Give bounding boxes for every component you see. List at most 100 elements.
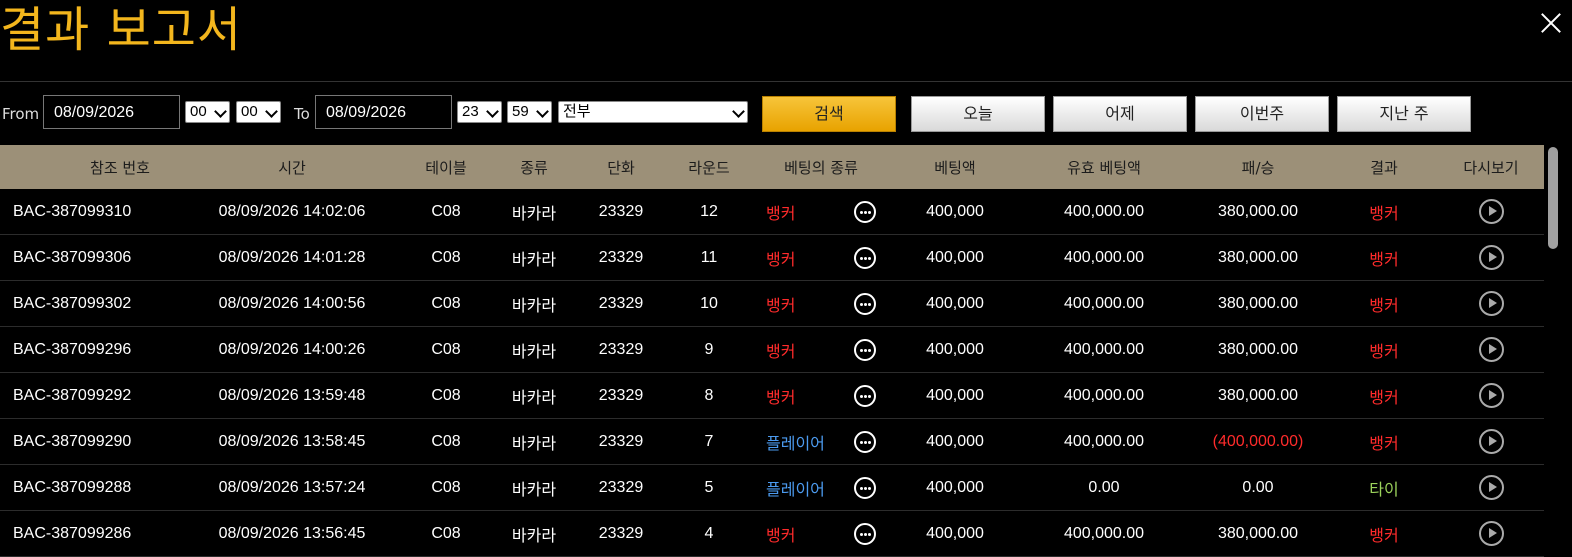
chevron-down-icon xyxy=(732,105,745,118)
from-hour-select[interactable]: 00 xyxy=(185,101,230,123)
win-loss: 380,000.00 xyxy=(1217,294,1299,312)
table-id: C08 xyxy=(431,202,461,220)
shoe-number: 23329 xyxy=(598,340,644,358)
col-shoe-header: 단화 xyxy=(607,158,635,177)
table-row: BAC-387099302 08/09/2026 14:00:56 C08 바카라 23… xyxy=(0,281,1544,327)
play-icon[interactable] xyxy=(1478,291,1504,316)
search-button[interactable]: 검색 xyxy=(762,96,896,132)
valid-bet: 400,000.00 xyxy=(1063,524,1145,542)
valid-bet: 400,000.00 xyxy=(1063,294,1145,312)
replay-cell xyxy=(1471,327,1511,372)
win-loss: 0.00 xyxy=(1242,478,1274,496)
replay-cell xyxy=(1471,281,1511,326)
play-icon[interactable] xyxy=(1478,521,1504,546)
close-icon[interactable] xyxy=(1538,10,1564,36)
ref-number: BAC-387099302 xyxy=(13,294,132,312)
round-number: 10 xyxy=(700,294,718,312)
time: 08/09/2026 14:01:28 xyxy=(218,248,366,266)
replay-cell xyxy=(1471,465,1511,510)
shoe-number: 23329 xyxy=(598,202,644,220)
play-icon[interactable] xyxy=(1478,383,1504,408)
chevron-down-icon xyxy=(214,105,227,118)
more-options-icon[interactable] xyxy=(854,384,876,407)
bet-amount: 400,000 xyxy=(926,524,984,542)
results-table: 참조 번호 시간 테이블 종류 단화 라운드 베팅의 종류 베팅액 유효 베팅액 패/승 결과 다시보… xyxy=(0,145,1544,557)
chevron-down-icon xyxy=(486,105,499,118)
bet-amount: 400,000 xyxy=(926,248,984,266)
game-type: 바카라 xyxy=(511,481,557,499)
table-id: C08 xyxy=(431,432,461,450)
table-id: C08 xyxy=(431,524,461,542)
play-icon[interactable] xyxy=(1478,337,1504,362)
shoe-number: 23329 xyxy=(598,478,644,496)
replay-cell xyxy=(1471,235,1511,280)
bet-amount: 400,000 xyxy=(926,202,984,220)
to-hour-select[interactable]: 23 xyxy=(457,101,502,123)
time: 08/09/2026 13:56:45 xyxy=(218,524,366,542)
col-bet-amount-header: 베팅액 xyxy=(934,158,976,177)
details-cell xyxy=(852,235,878,280)
table-header: 참조 번호 시간 테이블 종류 단화 라운드 베팅의 종류 베팅액 유효 베팅액 패/승 결과 다시보… xyxy=(0,145,1544,189)
more-options-icon[interactable] xyxy=(854,246,876,269)
today-button[interactable]: 오늘 xyxy=(911,96,1045,132)
col-valid-bet-header: 유효 베팅액 xyxy=(1067,158,1141,177)
more-options-icon[interactable] xyxy=(854,476,876,499)
table-row: BAC-387099290 08/09/2026 13:58:45 C08 바카라 23… xyxy=(0,419,1544,465)
play-icon[interactable] xyxy=(1478,429,1504,454)
col-ref-header: 참조 번호 xyxy=(90,158,150,177)
chevron-down-icon xyxy=(265,105,278,118)
play-icon[interactable] xyxy=(1478,475,1504,500)
bet-amount: 400,000 xyxy=(926,432,984,450)
col-result-header: 결과 xyxy=(1370,158,1398,177)
last-week-button[interactable]: 지난 주 xyxy=(1337,96,1471,132)
more-options-icon[interactable] xyxy=(854,430,876,453)
bet-type: 플레이어 xyxy=(766,435,825,453)
from-date-input[interactable]: 08/09/2026 xyxy=(43,95,180,129)
details-cell xyxy=(852,465,878,510)
more-options-icon[interactable] xyxy=(854,338,876,361)
col-round-header: 라운드 xyxy=(688,158,730,177)
more-options-icon[interactable] xyxy=(854,200,876,223)
bet-type-select[interactable]: 전부 xyxy=(558,101,748,123)
bet-type: 뱅커 xyxy=(766,343,796,361)
scrollbar[interactable] xyxy=(1546,145,1560,551)
bet-type: 뱅커 xyxy=(766,527,796,545)
yesterday-button[interactable]: 어제 xyxy=(1053,96,1187,132)
play-icon[interactable] xyxy=(1478,199,1504,224)
to-date-input[interactable]: 08/09/2026 xyxy=(315,95,452,129)
col-table-header: 테이블 xyxy=(425,158,467,177)
table-id: C08 xyxy=(431,386,461,404)
valid-bet: 0.00 xyxy=(1088,478,1120,496)
from-minute-select[interactable]: 00 xyxy=(236,101,281,123)
round-number: 4 xyxy=(704,524,714,542)
game-type: 바카라 xyxy=(511,297,557,315)
details-cell xyxy=(852,189,878,234)
valid-bet: 400,000.00 xyxy=(1063,340,1145,358)
bet-type: 뱅커 xyxy=(766,205,796,223)
col-type-header: 종류 xyxy=(520,158,548,177)
result: 뱅커 xyxy=(1369,297,1399,315)
more-options-icon[interactable] xyxy=(854,522,876,545)
result: 뱅커 xyxy=(1369,205,1399,223)
game-type: 바카라 xyxy=(511,435,557,453)
from-label: From xyxy=(2,105,40,123)
scrollbar-thumb[interactable] xyxy=(1548,147,1558,249)
win-loss: 380,000.00 xyxy=(1217,524,1299,542)
more-options-icon[interactable] xyxy=(854,292,876,315)
table-id: C08 xyxy=(431,248,461,266)
table-row: BAC-387099286 08/09/2026 13:56:45 C08 바카라 23… xyxy=(0,511,1544,557)
ref-number: BAC-387099306 xyxy=(13,248,132,266)
result: 뱅커 xyxy=(1369,527,1399,545)
to-minute-select[interactable]: 59 xyxy=(507,101,552,123)
replay-cell xyxy=(1471,189,1511,234)
game-type: 바카라 xyxy=(511,251,557,269)
to-label: To xyxy=(294,105,310,123)
table-id: C08 xyxy=(431,340,461,358)
this-week-button[interactable]: 이번주 xyxy=(1195,96,1329,132)
shoe-number: 23329 xyxy=(598,432,644,450)
bet-amount: 400,000 xyxy=(926,386,984,404)
col-time-header: 시간 xyxy=(278,158,306,177)
shoe-number: 23329 xyxy=(598,386,644,404)
play-icon[interactable] xyxy=(1478,245,1504,270)
time: 08/09/2026 14:02:06 xyxy=(218,202,366,220)
